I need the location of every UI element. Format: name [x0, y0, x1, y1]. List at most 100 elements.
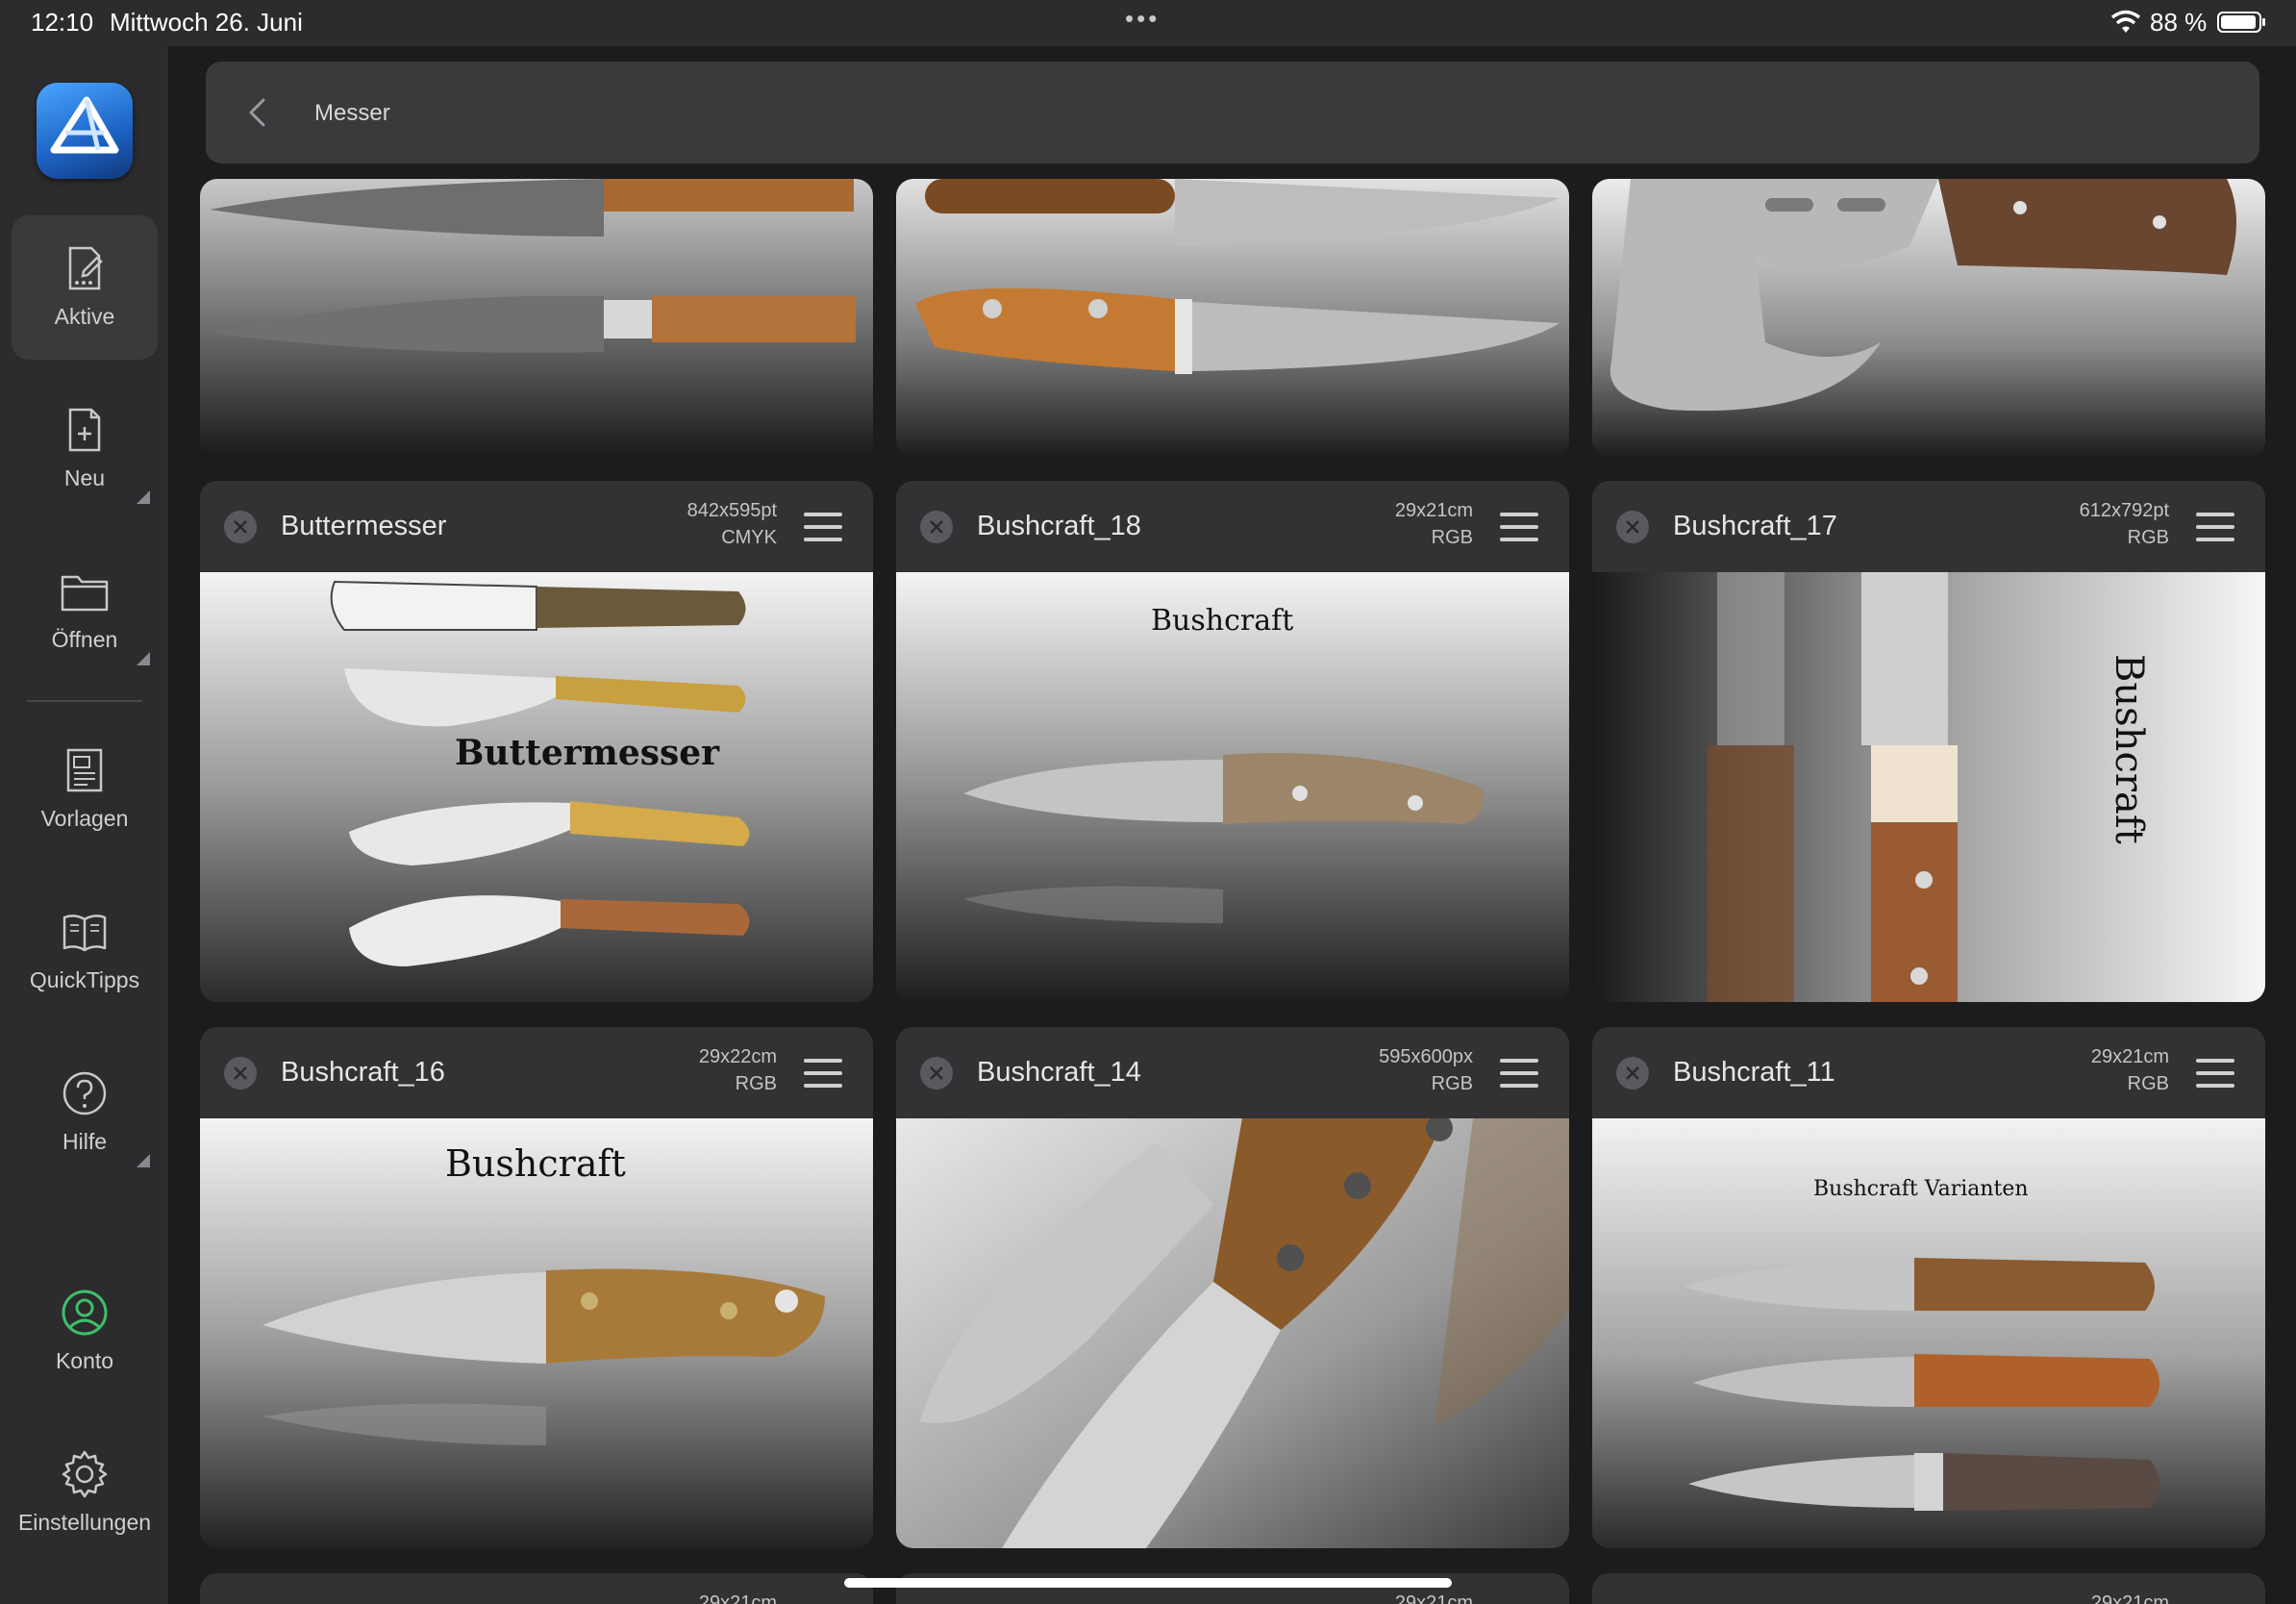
document-thumbnail	[896, 1118, 1569, 1548]
app-logo-icon	[37, 83, 133, 179]
sidebar-item-label: Konto	[55, 1348, 114, 1373]
close-icon	[930, 520, 943, 534]
card-color-mode: RGB	[2127, 527, 2169, 548]
document-edit-icon	[68, 246, 103, 290]
thumbnail-label: Bushcraft	[1151, 604, 1293, 638]
document-card-bushcraft-14[interactable]: Bushcraft_14 595x600px RGB	[896, 1027, 1569, 1548]
status-bar: 12:10 Mittwoch 26. Juni ••• 88 %	[0, 0, 2296, 46]
card-dimensions: 29x21cm	[2090, 1046, 2169, 1067]
close-icon	[234, 1066, 247, 1080]
card-color-mode: RGB	[1431, 527, 1473, 548]
templates-icon	[66, 748, 103, 792]
status-date: Mittwoch 26. Juni	[110, 8, 303, 37]
document-thumbnail: Bushcraft	[1592, 572, 2265, 1002]
multitasking-dots-icon[interactable]: •••	[1125, 4, 1160, 34]
card-header: Bushcraft_16 29x22cm RGB	[200, 1027, 873, 1118]
sidebar-item-label: Aktive	[54, 304, 115, 329]
thumbnail-label: Bushcraft Varianten	[1813, 1177, 2029, 1201]
folder-title: Messer	[314, 100, 390, 126]
sidebar-item-oeffnen[interactable]: Öffnen	[12, 539, 158, 683]
sidebar-item-hilfe[interactable]: Hilfe	[12, 1040, 158, 1185]
help-icon	[62, 1071, 107, 1115]
submenu-indicator-icon	[137, 652, 150, 665]
card-color-mode: RGB	[735, 1073, 777, 1094]
sidebar-item-quicktipps[interactable]: QuickTipps	[12, 879, 158, 1023]
card-dimensions: 595x600px	[1379, 1046, 1473, 1067]
close-document-button[interactable]	[920, 511, 953, 543]
card-dimensions: 29x21cm	[698, 1592, 777, 1604]
sidebar-item-label: Öffnen	[51, 627, 118, 652]
submenu-indicator-icon	[137, 1154, 150, 1167]
document-card-partial[interactable]: 29x21cm	[1592, 1573, 2265, 1604]
card-header: Bushcraft_18 29x21cm RGB	[896, 481, 1569, 572]
status-time: 12:10	[31, 8, 94, 37]
sidebar-divider	[27, 700, 142, 702]
document-card-bushcraft-18[interactable]: Bushcraft_18 29x21cm RGB Bushcraft	[896, 481, 1569, 1002]
document-card-partial[interactable]	[200, 179, 873, 458]
card-header: Bushcraft_11 29x21cm RGB	[1592, 1027, 2265, 1118]
close-document-button[interactable]	[224, 511, 257, 543]
card-title: Buttermesser	[281, 511, 447, 541]
close-icon	[234, 520, 247, 534]
close-icon	[930, 1066, 943, 1080]
card-title: Bushcraft_18	[977, 511, 1141, 541]
document-card-bushcraft-11[interactable]: Bushcraft_11 29x21cm RGB Bushcraft Varia…	[1592, 1027, 2265, 1548]
sidebar-item-konto[interactable]: Konto	[12, 1260, 158, 1404]
close-document-button[interactable]	[1616, 511, 1649, 543]
close-icon	[1626, 1066, 1639, 1080]
card-title: Bushcraft_16	[281, 1057, 445, 1088]
sidebar: Aktive Neu Öffnen Vorlagen QuickTipps Hi…	[0, 46, 168, 1604]
card-menu-button[interactable]	[1500, 1059, 1538, 1088]
home-indicator[interactable]	[844, 1578, 1452, 1588]
card-color-mode: CMYK	[721, 527, 777, 548]
sidebar-item-aktive[interactable]: Aktive	[12, 215, 158, 360]
document-card-buttermesser[interactable]: Buttermesser 842x595pt CMYK Buttermesser	[200, 481, 873, 1002]
card-menu-button[interactable]	[1500, 513, 1538, 541]
card-title: Bushcraft_11	[1673, 1057, 1835, 1088]
card-header: Bushcraft_14 595x600px RGB	[896, 1027, 1569, 1118]
card-menu-button[interactable]	[804, 1059, 842, 1088]
document-thumbnail	[896, 179, 1569, 458]
card-header: Buttermesser 842x595pt CMYK	[200, 481, 873, 572]
sidebar-item-neu[interactable]: Neu	[12, 377, 158, 521]
sidebar-item-einstellungen[interactable]: Einstellungen	[12, 1421, 158, 1566]
card-dimensions: 29x21cm	[2090, 1592, 2169, 1604]
book-icon	[62, 915, 107, 952]
document-thumbnail: Bushcraft Varianten	[1592, 1118, 2265, 1548]
card-title: Bushcraft_17	[1673, 511, 1837, 541]
document-thumbnail: Bushcraft	[200, 1118, 873, 1548]
sidebar-item-label: Vorlagen	[40, 806, 129, 831]
sidebar-item-vorlagen[interactable]: Vorlagen	[12, 717, 158, 862]
document-card-partial[interactable]: 29x21cm	[200, 1573, 873, 1604]
card-dimensions: 29x21cm	[1394, 500, 1473, 521]
close-document-button[interactable]	[1616, 1057, 1649, 1090]
card-dimensions: 612x792pt	[2079, 500, 2169, 521]
battery-icon	[2217, 12, 2265, 33]
card-title: Bushcraft_14	[977, 1057, 1141, 1088]
card-menu-button[interactable]	[804, 513, 842, 541]
close-document-button[interactable]	[224, 1057, 257, 1090]
document-thumbnail	[1592, 179, 2265, 458]
close-icon	[1626, 520, 1639, 534]
close-document-button[interactable]	[920, 1057, 953, 1090]
document-card-partial[interactable]	[1592, 179, 2265, 458]
sidebar-item-label: Hilfe	[62, 1129, 107, 1154]
card-header: 29x21cm	[200, 1573, 873, 1604]
card-dimensions: 29x21cm	[1394, 1592, 1473, 1604]
document-grid: Buttermesser 842x595pt CMYK Buttermesser	[200, 179, 2265, 1604]
card-menu-button[interactable]	[2196, 513, 2234, 541]
card-dimensions: 842x595pt	[686, 500, 777, 521]
document-card-partial[interactable]	[896, 179, 1569, 458]
document-thumbnail: Bushcraft	[896, 572, 1569, 1002]
document-card-bushcraft-17[interactable]: Bushcraft_17 612x792pt RGB Bushcraft	[1592, 481, 2265, 1002]
thumbnail-label: Bushcraft	[2107, 654, 2151, 844]
card-menu-button[interactable]	[2196, 1059, 2234, 1088]
document-card-bushcraft-16[interactable]: Bushcraft_16 29x22cm RGB Bushcraft	[200, 1027, 873, 1548]
back-chevron-icon[interactable]	[244, 98, 273, 127]
account-icon	[62, 1290, 108, 1336]
new-document-icon	[68, 408, 101, 452]
card-color-mode: RGB	[2127, 1073, 2169, 1094]
thumbnail-label: Buttermesser	[455, 733, 720, 773]
sidebar-item-label: Einstellungen	[17, 1510, 152, 1535]
document-thumbnail	[200, 179, 873, 458]
